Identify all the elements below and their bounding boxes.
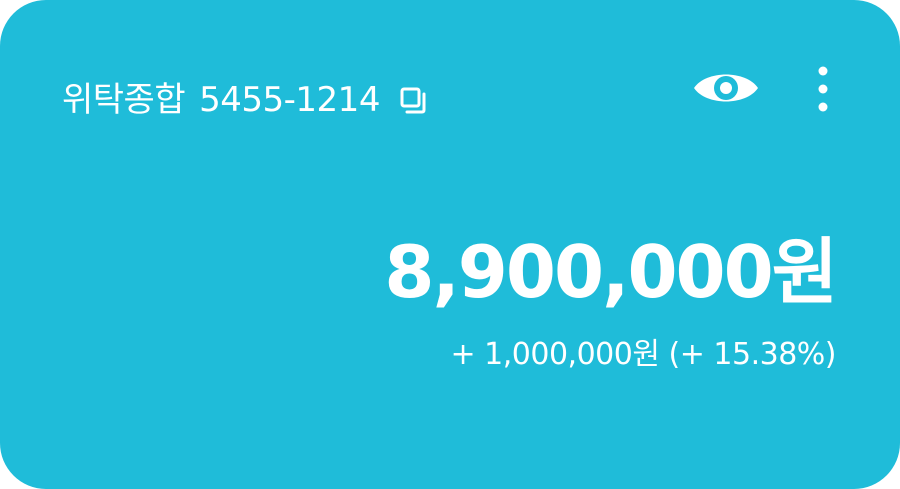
copy-icon[interactable] <box>396 83 430 117</box>
account-card[interactable]: 위탁종합 5455-1214 8,900,000원 + 1,000,000원 (… <box>0 0 900 489</box>
change-amount: + 1,000,000원 <box>450 337 660 372</box>
account-number: 5455-1214 <box>199 80 380 120</box>
more-vertical-icon[interactable] <box>808 64 838 114</box>
account-type-label: 위탁종합 <box>62 80 186 120</box>
balance-change: + 1,000,000원 (+ 15.38%) <box>451 334 837 376</box>
balance-amount: 8,900,000원 <box>384 230 838 314</box>
change-percent: (+ 15.38%) <box>668 337 837 372</box>
eye-icon[interactable] <box>692 64 760 112</box>
account-header: 위탁종합 5455-1214 <box>62 76 430 124</box>
